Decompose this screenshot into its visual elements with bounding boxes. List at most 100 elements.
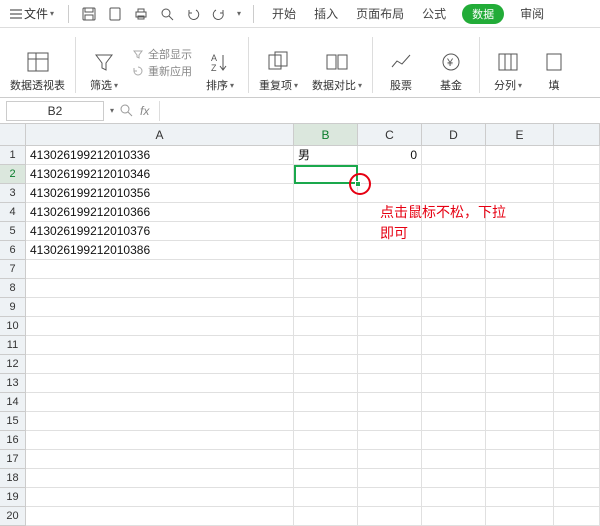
cell[interactable] [486, 184, 554, 203]
cell[interactable] [422, 431, 486, 450]
cell[interactable] [26, 469, 294, 488]
row-header[interactable]: 11 [0, 336, 26, 355]
cell[interactable] [358, 450, 422, 469]
cell[interactable] [358, 279, 422, 298]
cell[interactable] [294, 488, 358, 507]
cell[interactable] [358, 374, 422, 393]
cell[interactable] [422, 488, 486, 507]
col-header-C[interactable]: C [358, 124, 422, 146]
row-header[interactable]: 4 [0, 203, 26, 222]
cell[interactable] [486, 336, 554, 355]
cell[interactable] [26, 431, 294, 450]
preview-icon[interactable] [159, 6, 175, 22]
cell[interactable] [294, 412, 358, 431]
cell[interactable] [26, 279, 294, 298]
cell[interactable] [486, 298, 554, 317]
tab-layout[interactable]: 页面布局 [354, 3, 406, 24]
cell[interactable] [26, 374, 294, 393]
cell[interactable] [294, 260, 358, 279]
cell[interactable] [294, 203, 358, 222]
row-header[interactable]: 1 [0, 146, 26, 165]
tab-review[interactable]: 审阅 [518, 3, 546, 24]
reapply-button[interactable]: 重新应用 [132, 63, 192, 79]
cell[interactable] [486, 146, 554, 165]
cell[interactable] [26, 450, 294, 469]
cell[interactable] [554, 393, 600, 412]
show-all-button[interactable]: 全部显示 [132, 46, 192, 62]
cell[interactable] [486, 279, 554, 298]
cell[interactable] [26, 336, 294, 355]
row-header[interactable]: 17 [0, 450, 26, 469]
pivot-button[interactable]: 数据透视表 [6, 49, 69, 93]
cell[interactable]: 0 [358, 146, 422, 165]
cell[interactable] [26, 412, 294, 431]
cell[interactable] [554, 317, 600, 336]
col-header-D[interactable]: D [422, 124, 486, 146]
name-box[interactable]: B2 [6, 101, 104, 121]
cell[interactable] [358, 431, 422, 450]
cell[interactable] [422, 355, 486, 374]
cell[interactable] [486, 412, 554, 431]
cell[interactable]: 413026199212010366 [26, 203, 294, 222]
tab-home[interactable]: 开始 [270, 3, 298, 24]
cell[interactable] [358, 355, 422, 374]
cell[interactable] [486, 374, 554, 393]
cell[interactable] [294, 336, 358, 355]
cell[interactable]: 413026199212010376 [26, 222, 294, 241]
save-icon[interactable] [81, 6, 97, 22]
cell[interactable] [554, 507, 600, 526]
sort-button[interactable]: AZ 排序▾ [198, 49, 242, 93]
cell[interactable] [422, 336, 486, 355]
tab-data[interactable]: 数据 [462, 4, 504, 24]
col-header-F[interactable] [554, 124, 600, 146]
fill-group[interactable]: 填 [536, 49, 572, 93]
cell[interactable] [294, 431, 358, 450]
col-header-E[interactable]: E [486, 124, 554, 146]
cell[interactable] [294, 507, 358, 526]
row-header[interactable]: 12 [0, 355, 26, 374]
duplicates-button[interactable]: 重复项▾ [255, 49, 302, 93]
cell[interactable]: 413026199212010336 [26, 146, 294, 165]
row-header[interactable]: 15 [0, 412, 26, 431]
redo-icon[interactable] [211, 6, 227, 22]
col-header-B[interactable]: B [294, 124, 358, 146]
cell[interactable] [26, 393, 294, 412]
cell[interactable] [554, 260, 600, 279]
compare-button[interactable]: 数据对比▾ [308, 49, 366, 93]
row-header[interactable]: 13 [0, 374, 26, 393]
cell[interactable] [554, 450, 600, 469]
name-dropdown-icon[interactable]: ▾ [110, 106, 114, 115]
cell[interactable] [294, 279, 358, 298]
row-header[interactable]: 20 [0, 507, 26, 526]
cell[interactable] [294, 355, 358, 374]
cell[interactable] [554, 279, 600, 298]
cell[interactable] [554, 146, 600, 165]
row-header[interactable]: 2 [0, 165, 26, 184]
cell[interactable] [554, 469, 600, 488]
cell[interactable] [294, 222, 358, 241]
qat-more-icon[interactable]: ▾ [237, 9, 241, 18]
cell[interactable] [554, 336, 600, 355]
cell[interactable] [294, 241, 358, 260]
cell[interactable] [422, 469, 486, 488]
cell[interactable] [294, 298, 358, 317]
cell[interactable]: 男 [294, 146, 358, 165]
cell[interactable] [358, 336, 422, 355]
search-fx-icon[interactable] [120, 104, 134, 118]
cell[interactable] [554, 222, 600, 241]
cell[interactable] [554, 165, 600, 184]
cell[interactable] [26, 260, 294, 279]
row-header[interactable]: 19 [0, 488, 26, 507]
cell[interactable] [554, 298, 600, 317]
cell[interactable] [294, 393, 358, 412]
fx-icon[interactable]: fx [140, 104, 149, 118]
row-header[interactable]: 10 [0, 317, 26, 336]
cell[interactable] [486, 450, 554, 469]
row-header[interactable]: 18 [0, 469, 26, 488]
tab-formula[interactable]: 公式 [420, 3, 448, 24]
cell[interactable] [486, 507, 554, 526]
cell[interactable] [422, 184, 486, 203]
cell[interactable] [554, 374, 600, 393]
cell[interactable] [422, 450, 486, 469]
cell[interactable] [26, 317, 294, 336]
